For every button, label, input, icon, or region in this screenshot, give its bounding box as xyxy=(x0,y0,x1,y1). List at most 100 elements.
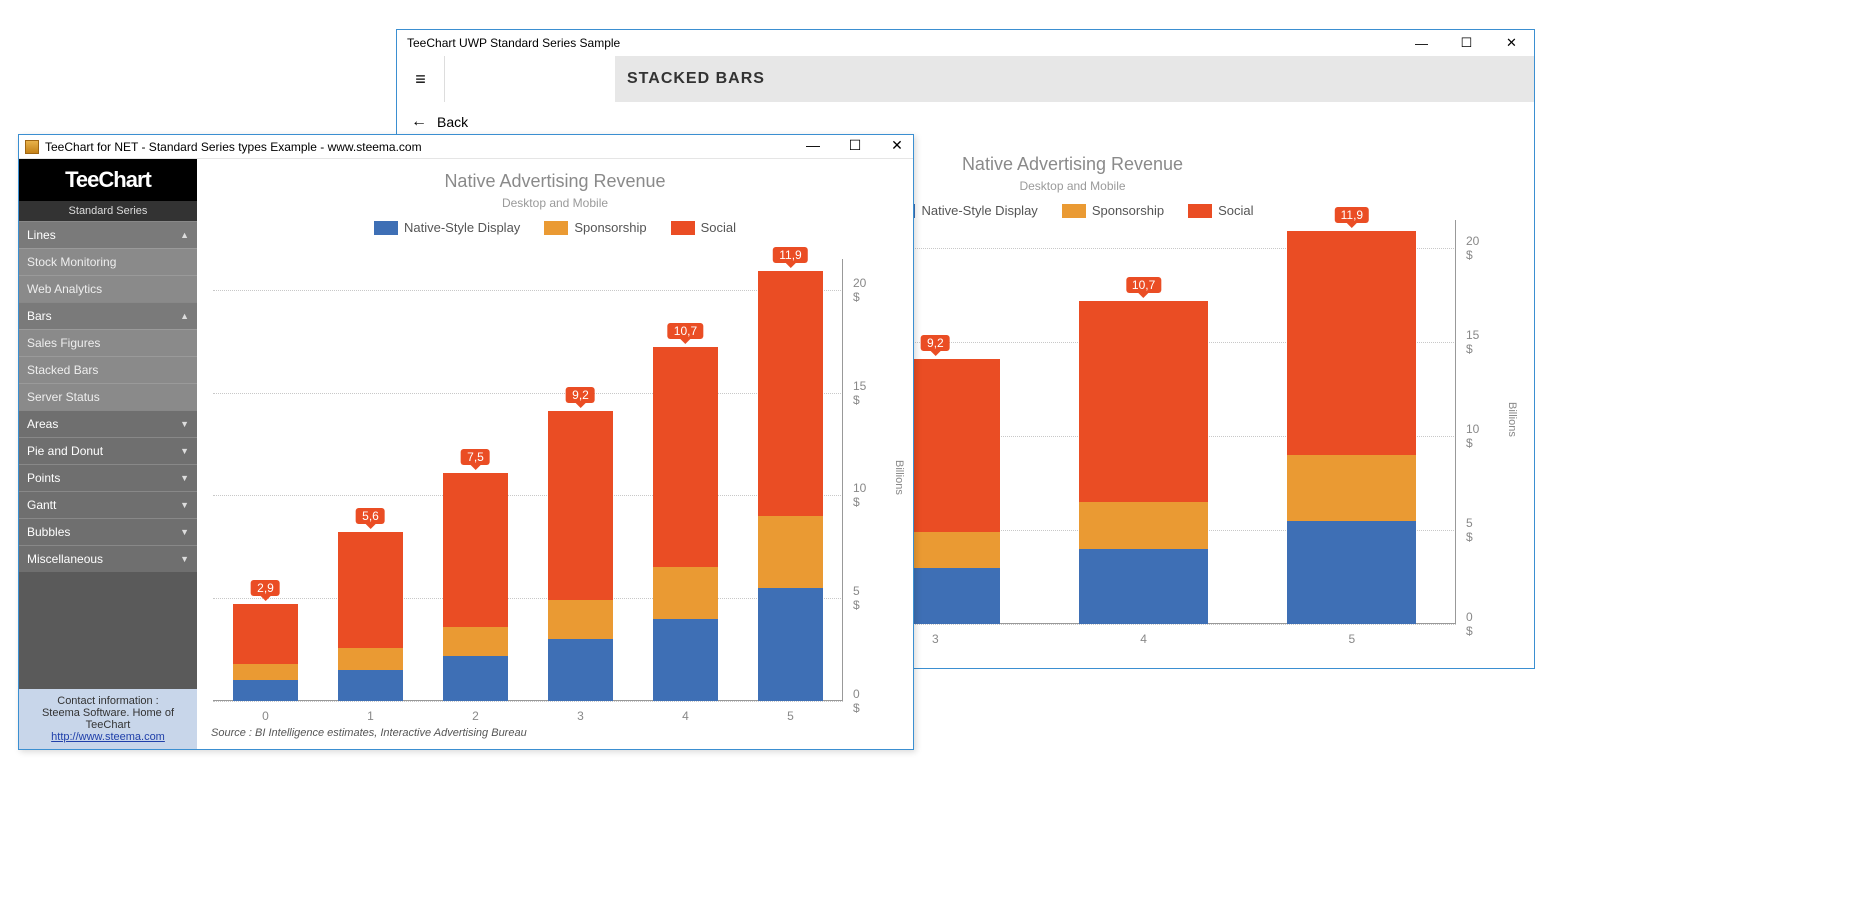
y-tick-label: 5 $ xyxy=(1466,516,1473,544)
sidebar-item-sales-figures[interactable]: Sales Figures xyxy=(19,329,197,356)
bar-column[interactable]: 9,2 xyxy=(548,411,613,701)
legend-label: Sponsorship xyxy=(1092,203,1164,218)
bar-segment-social xyxy=(338,532,403,647)
sidebar-group-miscellaneous[interactable]: Miscellaneous ▼ xyxy=(19,545,197,572)
bar-top-label: 10,7 xyxy=(668,323,703,339)
plot-region: 0 $5 $10 $15 $20 $Billions2,905,617,529,… xyxy=(213,259,843,701)
legend-swatch-icon xyxy=(671,221,695,235)
bar-column[interactable]: 10,7 xyxy=(1079,301,1208,624)
bar-top-label: 9,2 xyxy=(921,335,950,351)
winforms-window: TeeChart for NET - Standard Series types… xyxy=(18,134,914,750)
y-axis-label: Billions xyxy=(1506,402,1518,437)
sidebar-group-label: Gantt xyxy=(27,498,56,512)
sidebar-group-label: Points xyxy=(27,471,60,485)
sidebar-group-points[interactable]: Points ▼ xyxy=(19,464,197,491)
y-tick-label: 20 $ xyxy=(1466,234,1479,262)
bar-column[interactable]: 2,9 xyxy=(233,604,298,701)
bar-segment-native-style-display xyxy=(1079,549,1208,624)
chevron-down-icon: ▼ xyxy=(180,500,189,510)
bar-segment-sponsorship xyxy=(548,600,613,639)
bar-top-label: 10,7 xyxy=(1126,277,1161,293)
x-tick-label: 4 xyxy=(682,709,689,723)
sidebar-group-label: Lines xyxy=(27,228,56,242)
sidebar-group-label: Bubbles xyxy=(27,525,70,539)
sidebar-item-stock-monitoring[interactable]: Stock Monitoring xyxy=(19,248,197,275)
bar-segment-native-style-display xyxy=(548,639,613,701)
y-axis-line xyxy=(842,259,843,701)
bar-segment-native-style-display xyxy=(338,670,403,701)
wf-minimize-button[interactable]: — xyxy=(801,137,825,154)
uwp-maximize-button[interactable]: ☐ xyxy=(1444,30,1489,56)
wf-sidebar: TeeChart Standard Series Lines▲Stock Mon… xyxy=(19,159,197,749)
wf-close-button[interactable]: ✕ xyxy=(885,137,909,154)
x-tick-label: 5 xyxy=(1349,632,1356,646)
y-axis-label: Billions xyxy=(893,460,905,495)
bar-segment-sponsorship xyxy=(338,648,403,671)
y-tick-label: 10 $ xyxy=(1466,422,1479,450)
bar-top-label: 11,9 xyxy=(1335,207,1369,223)
legend-item-sponsorship[interactable]: Sponsorship xyxy=(1062,203,1164,218)
uwp-minimize-button[interactable]: — xyxy=(1399,30,1444,56)
bar-segment-social xyxy=(1079,301,1208,502)
x-tick-label: 4 xyxy=(1140,632,1147,646)
bar-segment-social xyxy=(233,604,298,664)
sidebar-item-server-status[interactable]: Server Status xyxy=(19,383,197,410)
x-tick-label: 3 xyxy=(577,709,584,723)
sidebar-group-label: Miscellaneous xyxy=(27,552,103,566)
uwp-header-spacer xyxy=(445,56,615,102)
sidebar-group-pie-and-donut[interactable]: Pie and Donut▼ xyxy=(19,437,197,464)
sidebar-group-gantt[interactable]: Gantt ▼ xyxy=(19,491,197,518)
bar-segment-social xyxy=(443,473,508,627)
maximize-icon: ☐ xyxy=(1461,35,1473,51)
legend-item-social[interactable]: Social xyxy=(671,220,736,235)
bar-column[interactable]: 7,5 xyxy=(443,473,508,701)
bar-column[interactable]: 10,7 xyxy=(653,347,718,701)
sidebar-item-web-analytics[interactable]: Web Analytics xyxy=(19,275,197,302)
uwp-titlebar[interactable]: TeeChart UWP Standard Series Sample — ☐ … xyxy=(397,30,1534,56)
sidebar-group-bubbles[interactable]: Bubbles▼ xyxy=(19,518,197,545)
y-tick-label: 0 $ xyxy=(853,687,860,715)
bar-column[interactable]: 11,9 xyxy=(1287,231,1416,624)
y-axis-line xyxy=(1455,220,1456,624)
bar-column[interactable]: 11,9 xyxy=(758,271,823,701)
y-tick-label: 5 $ xyxy=(853,584,860,612)
chevron-down-icon: ▼ xyxy=(180,554,189,564)
x-axis-line xyxy=(213,700,843,701)
footer-line1: Contact information : xyxy=(23,695,193,707)
footer-line2: Steema Software. Home of TeeChart xyxy=(23,707,193,731)
close-icon: ✕ xyxy=(1506,35,1517,51)
uwp-header-title: STACKED BARS xyxy=(615,56,765,102)
legend-item-social[interactable]: Social xyxy=(1188,203,1253,218)
hamburger-icon: ≡ xyxy=(415,69,426,90)
legend-label: Native-Style Display xyxy=(404,220,520,235)
bar-segment-native-style-display xyxy=(233,680,298,701)
bar-segment-sponsorship xyxy=(443,627,508,656)
sidebar-group-areas[interactable]: Areas▼ xyxy=(19,410,197,437)
back-arrow-icon: ← xyxy=(411,113,427,131)
sidebar-item-stacked-bars[interactable]: Stacked Bars xyxy=(19,356,197,383)
legend-item-sponsorship[interactable]: Sponsorship xyxy=(544,220,646,235)
bar-segment-sponsorship xyxy=(758,516,823,588)
uwp-close-button[interactable]: ✕ xyxy=(1489,30,1534,56)
bar-segment-native-style-display xyxy=(758,588,823,701)
bar-top-label: 7,5 xyxy=(461,449,490,465)
teechart-logo: TeeChart xyxy=(19,159,197,201)
uwp-hamburger-button[interactable]: ≡ xyxy=(397,56,445,102)
legend-swatch-icon xyxy=(1062,204,1086,218)
footer-link[interactable]: http://www.steema.com xyxy=(51,731,165,743)
chevron-down-icon: ▼ xyxy=(180,473,189,483)
uwp-title: TeeChart UWP Standard Series Sample xyxy=(407,36,620,50)
gridline xyxy=(213,290,843,291)
legend-item-native-style-display[interactable]: Native-Style Display xyxy=(374,220,520,235)
bar-segment-social xyxy=(758,271,823,516)
wf-maximize-button[interactable]: ☐ xyxy=(843,137,867,154)
wf-titlebar[interactable]: TeeChart for NET - Standard Series types… xyxy=(19,135,913,159)
legend-label: Social xyxy=(1218,203,1253,218)
legend-swatch-icon xyxy=(544,221,568,235)
sidebar-group-lines[interactable]: Lines▲ xyxy=(19,221,197,248)
bar-column[interactable]: 5,6 xyxy=(338,532,403,701)
chevron-down-icon: ▼ xyxy=(180,419,189,429)
sidebar-group-bars[interactable]: Bars▲ xyxy=(19,302,197,329)
bar-top-label: 9,2 xyxy=(566,387,595,403)
x-tick-label: 5 xyxy=(787,709,794,723)
